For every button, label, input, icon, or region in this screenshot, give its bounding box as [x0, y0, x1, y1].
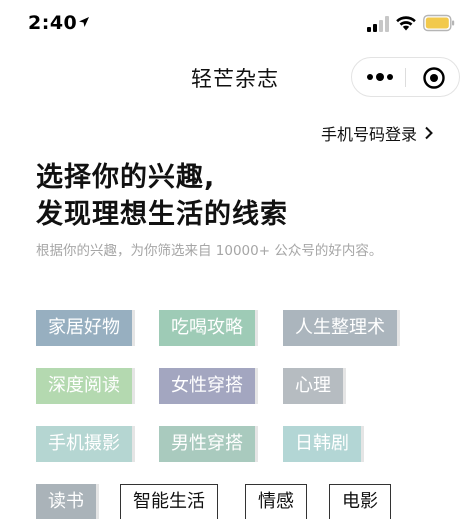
battery-icon	[423, 14, 455, 32]
interest-selection-page: 2:40 轻芒杂志 手机号码登录 选择你的兴趣, 发现理想生活的线索 根据你的兴…	[0, 0, 470, 519]
interest-tag[interactable]: 男性穿搭	[159, 426, 255, 462]
chevron-right-icon	[425, 126, 433, 140]
interest-tag[interactable]: 手机摄影	[36, 426, 132, 462]
close-icon[interactable]	[422, 66, 446, 90]
mini-program-capsule	[351, 57, 460, 97]
subtitle: 根据你的兴趣，为你筛选来自 10000+ 公众号的好内容。	[36, 243, 383, 259]
signal-icon	[367, 16, 389, 32]
more-icon[interactable]	[366, 70, 394, 84]
wifi-icon	[396, 16, 416, 31]
interest-tag[interactable]: 吃喝攻略	[159, 310, 255, 346]
interest-tag[interactable]: 情感	[245, 484, 307, 519]
status-time: 2:40	[28, 12, 78, 34]
interest-tag[interactable]: 女性穿搭	[159, 368, 255, 404]
headline: 选择你的兴趣, 发现理想生活的线索	[36, 159, 288, 233]
interest-tag[interactable]: 电影	[329, 484, 391, 519]
interest-tag[interactable]: 智能生活	[120, 484, 218, 519]
interest-tag[interactable]: 深度阅读	[36, 368, 132, 404]
phone-login-link[interactable]: 手机号码登录	[321, 121, 434, 145]
location-arrow-icon	[79, 17, 89, 27]
interest-tag[interactable]: 家居好物	[36, 310, 132, 346]
capsule-divider	[405, 68, 406, 87]
interest-tag[interactable]: 人生整理术	[283, 310, 397, 346]
interest-tag[interactable]: 读书	[36, 484, 96, 519]
phone-login-label: 手机号码登录	[320, 125, 417, 144]
headline-line-2: 发现理想生活的线索	[36, 199, 288, 230]
interest-tag[interactable]: 心理	[283, 368, 343, 404]
interest-tag[interactable]: 日韩剧	[283, 426, 361, 462]
status-bar: 2:40	[0, 0, 470, 50]
headline-line-1: 选择你的兴趣,	[36, 162, 216, 193]
